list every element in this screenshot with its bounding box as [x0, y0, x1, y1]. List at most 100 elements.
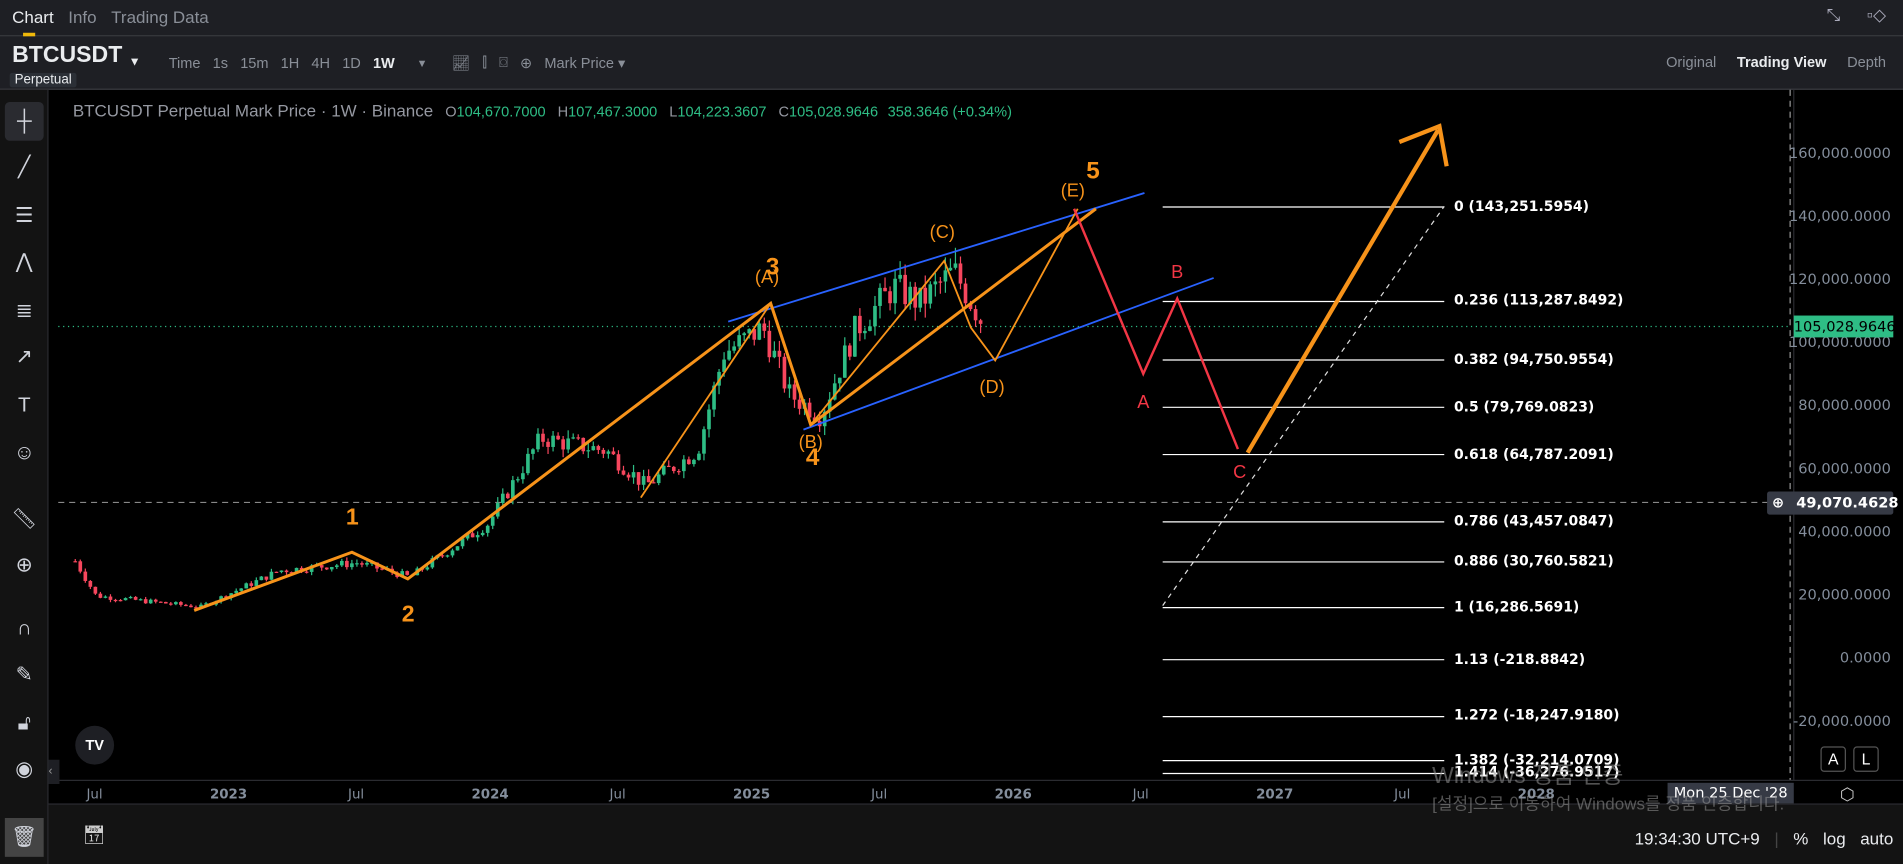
time-tick-label: Jul [609, 786, 626, 803]
candles [73, 247, 983, 610]
wave-label-b: B [1171, 262, 1184, 283]
candle-body [450, 550, 455, 556]
candle-body [169, 603, 173, 605]
candle-body [601, 449, 606, 454]
candle-body [868, 326, 872, 331]
time-tick-label: 2023 [209, 786, 248, 803]
add-alert-icon[interactable]: ⊕ [1772, 492, 1784, 515]
tradingview-logo: TV [75, 725, 115, 765]
wave-label-a-paren: (A) [754, 267, 780, 288]
candle-body [511, 480, 515, 499]
fib-level-label: 1.272 (-18,247.9180) [1453, 706, 1620, 724]
date-range-icon[interactable]: 📅︎ [83, 824, 106, 846]
fib-level-label: 1.13 (-218.8842) [1453, 649, 1586, 667]
candle-body [666, 465, 671, 468]
candle-body [692, 459, 696, 465]
candle-body [259, 576, 264, 581]
crosshair-price: 49,070.4628 [1796, 493, 1899, 511]
wave-subline[interactable] [640, 302, 772, 499]
crosshair-price-badge: ⊕ 49,070.4628 [1767, 491, 1898, 515]
channel-upper-line[interactable] [727, 192, 1145, 323]
candle-body [329, 567, 334, 570]
candle-body [707, 409, 711, 430]
candle-body [480, 532, 485, 536]
candle-body [842, 345, 847, 378]
candle-body [108, 596, 113, 600]
price-tick-label: 80,000.0000 [1798, 396, 1891, 414]
auto-scale-button[interactable]: A [1820, 746, 1846, 772]
open-value: 104,670.7000 [456, 103, 546, 121]
candle-body [279, 570, 284, 573]
projection-arrow[interactable] [1245, 128, 1441, 454]
wave-label-1: 1 [345, 504, 359, 531]
price-tick-label: 160,000.0000 [1788, 144, 1891, 162]
price-tick-label: 0.0000 [1839, 649, 1891, 667]
candle-body [973, 309, 978, 321]
wave-label-2: 2 [401, 601, 415, 628]
candle-body [163, 601, 168, 604]
candle-body [566, 438, 570, 450]
time-tick-label: Jul [348, 786, 365, 803]
price-tick-label: 60,000.0000 [1798, 459, 1891, 477]
legend-title: BTCUSDT Perpetual Mark Price · 1W · Bina… [72, 100, 434, 121]
price-tick-label: 20,000.0000 [1798, 586, 1891, 604]
wave-label-c: C [1233, 462, 1247, 484]
log-scale-button[interactable]: L [1853, 746, 1879, 772]
candle-body [616, 454, 621, 471]
fib-level-label: 0.236 (113,287.8492) [1453, 291, 1624, 309]
auto-toggle[interactable]: auto [1860, 829, 1893, 848]
time-tick-label: 2027 [1256, 786, 1294, 803]
candle-body [123, 598, 128, 601]
candle-body [958, 263, 963, 284]
candle-body [742, 333, 747, 336]
fib-retracement[interactable] [1162, 206, 1445, 775]
candle-body [254, 580, 259, 586]
candle-body [551, 435, 555, 447]
app: Chart Info Trading Data ⤡ ▫◇ BTCUSDT ▼ P… [0, 0, 1903, 864]
candle-body [797, 399, 802, 409]
candle-body [611, 451, 616, 455]
wave-label-b-paren: (B) [798, 432, 823, 453]
candle-body [334, 565, 339, 568]
percent-toggle[interactable]: % [1793, 829, 1808, 848]
candle-body [113, 599, 118, 602]
time-tick-label: Jul [1132, 786, 1149, 803]
candle-body [269, 571, 274, 580]
candle-body [88, 580, 93, 587]
candle-body [78, 561, 83, 572]
price-chart[interactable] [0, 0, 1903, 864]
candle-body [656, 474, 661, 484]
candle-body [98, 593, 103, 598]
candle-body [531, 449, 535, 454]
log-toggle[interactable]: log [1823, 829, 1846, 848]
low-label: L [669, 103, 678, 121]
candle-body [903, 274, 907, 305]
candle-body [475, 535, 480, 538]
time-tick-label: 2025 [733, 786, 771, 803]
candle-body [762, 323, 767, 331]
candle-body [485, 525, 490, 533]
candle-body [682, 459, 686, 472]
clock: 19:34:30 UTC+9 [1634, 828, 1760, 849]
candle-body [933, 281, 938, 285]
candle-body [893, 278, 897, 304]
candle-body [863, 330, 867, 334]
candle-body [938, 281, 943, 283]
current-price-badge: 105,028.9646 [1793, 315, 1896, 338]
candle-body [687, 459, 691, 465]
price-tick-label: 40,000.0000 [1798, 523, 1891, 541]
fib-level-label: 1 (16,286.5691) [1453, 597, 1580, 615]
wave-label-e-paren: (E) [1060, 180, 1086, 202]
candle-body [516, 479, 520, 481]
candle-body [631, 472, 636, 478]
correction-wave-line[interactable] [1072, 208, 1240, 450]
collapse-toolbar-icon[interactable]: ‹ [48, 759, 60, 785]
candle-body [541, 433, 545, 442]
fib-level-label: 0.618 (64,787.2091) [1453, 444, 1614, 462]
arrow-head-icon [1398, 123, 1449, 167]
candle-body [148, 599, 153, 604]
candle-body [737, 335, 741, 347]
settings-icon[interactable]: ⬡ [1840, 784, 1855, 805]
candle-body [848, 345, 852, 357]
candle-body [274, 571, 279, 573]
